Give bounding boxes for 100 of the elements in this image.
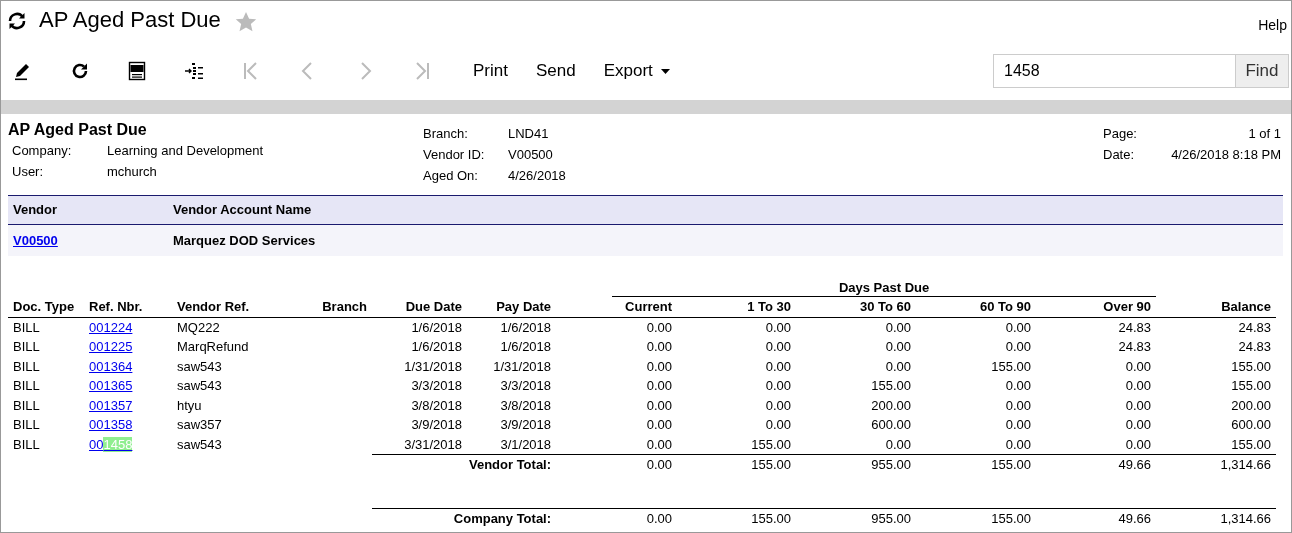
field-label: Date: xyxy=(1103,145,1136,164)
column-header: Current xyxy=(556,297,678,317)
table-cell-text: BILL xyxy=(12,435,41,454)
table-cell: 1/6/2018 xyxy=(467,317,557,337)
table-cell-text: 0.00 xyxy=(1004,396,1033,415)
table-cell-text: 200.00 xyxy=(1230,396,1273,415)
report-title: AP Aged Past Due xyxy=(8,121,147,138)
table-cell-text: 3/3/2018 xyxy=(410,377,463,395)
field-label: Company: xyxy=(12,141,73,160)
table-cell-text: 0.00 xyxy=(1124,416,1153,434)
table-cell-text: 0.00 xyxy=(764,396,793,415)
column-header: 30 To 60 xyxy=(796,297,917,317)
field-label: Page: xyxy=(1103,124,1138,143)
column-header: Vendor xyxy=(12,201,59,220)
help-link[interactable]: Help xyxy=(1258,15,1287,36)
field-label: Vendor ID: xyxy=(423,145,486,164)
field-value: 4/26/2018 xyxy=(508,166,566,185)
table-cell-text: 1/31/2018 xyxy=(492,357,553,376)
ref-link[interactable]: 001357 xyxy=(89,397,133,413)
table-cell: MQ222 xyxy=(172,317,280,337)
field-label: Branch: xyxy=(423,124,469,143)
table-cell-text: 155.00 xyxy=(1230,357,1273,376)
table-cell-text: saw357 xyxy=(176,416,223,434)
table-cell-text: 155.00 xyxy=(870,377,913,395)
tree-icon xyxy=(184,61,204,81)
table-cell-text: 0.00 xyxy=(884,357,913,376)
column-header: Branch xyxy=(280,297,372,317)
column-header: Doc. Type xyxy=(8,297,84,317)
table-cell-text: htyu xyxy=(176,396,203,415)
table-cell-text: 0.00 xyxy=(1004,377,1033,395)
total-cell: 1,314.66 xyxy=(1156,454,1277,475)
table-cell-text: 3/9/2018 xyxy=(410,416,463,434)
table-cell: 0.00 xyxy=(796,434,917,455)
find-button[interactable]: Find xyxy=(1235,54,1289,88)
field-value: LND41 xyxy=(508,124,549,143)
ref-link[interactable]: 001358 xyxy=(89,417,133,432)
table-cell-text: 3/8/2018 xyxy=(499,396,553,415)
column-group-header: Days Past Due xyxy=(612,278,1157,297)
field-value: Learning and Development xyxy=(107,141,264,160)
column-header: Vendor Account Name xyxy=(173,201,312,220)
table-cell-text: 0.00 xyxy=(645,377,674,395)
ref-link[interactable]: 001364 xyxy=(89,358,133,374)
table-cell: 3/31/2018 xyxy=(372,434,467,455)
table-cell-text: 0.00 xyxy=(1004,338,1033,356)
vendor-link[interactable]: V00500 xyxy=(13,232,58,248)
table-cell-text: 0.00 xyxy=(1124,357,1153,376)
table-cell-text: 200.00 xyxy=(870,396,913,415)
table-cell-text: 0.00 xyxy=(764,377,793,395)
refresh-icon xyxy=(70,61,90,81)
table-cell: 0.00 xyxy=(556,317,678,337)
toolbar-button[interactable]: Send xyxy=(521,53,590,89)
field-value: 4/26/2018 8:18 PM xyxy=(1171,145,1281,164)
total-cell: 0.00 xyxy=(556,508,678,529)
table-cell-text: 1/6/2018 xyxy=(499,338,553,356)
ref-link[interactable]: 001224 xyxy=(89,319,133,335)
ref-link[interactable]: 001225 xyxy=(89,339,133,354)
column-header: Vendor Ref. xyxy=(172,297,280,317)
total-cell: 155.00 xyxy=(677,508,797,529)
total-label: Vendor Total: xyxy=(372,454,557,475)
column-header: Due Date xyxy=(372,297,467,317)
field-value: mchurch xyxy=(107,162,157,181)
column-header: 60 To 90 xyxy=(916,297,1037,317)
toolbar-button[interactable]: Print xyxy=(459,53,522,89)
table-cell: 3/1/2018 xyxy=(467,434,557,455)
star-icon[interactable] xyxy=(234,11,257,33)
total-cell: 155.00 xyxy=(677,454,797,475)
table-cell-text: 600.00 xyxy=(870,416,913,434)
table-cell-text: 0.00 xyxy=(1124,396,1153,415)
table-cell-text: 24.83 xyxy=(1237,338,1273,356)
table-cell: 155.00 xyxy=(677,434,797,455)
table-cell-text: BILL xyxy=(12,396,41,415)
table-cell-text: 155.00 xyxy=(990,357,1033,376)
table-cell-text: 1/31/2018 xyxy=(403,357,463,376)
refresh-icon[interactable] xyxy=(7,11,27,31)
total-cell: 49.66 xyxy=(1036,454,1157,475)
pdf-icon xyxy=(127,61,147,81)
field-value: V00500 xyxy=(508,145,553,164)
total-cell: 0.00 xyxy=(556,454,678,475)
column-header: Pay Date xyxy=(467,297,557,317)
table-cell-text: BILL xyxy=(12,377,41,395)
table-cell-text: 0.00 xyxy=(645,338,674,356)
window-title: AP Aged Past Due xyxy=(39,7,221,33)
table-cell-text: 0.00 xyxy=(884,338,913,356)
export-dropdown[interactable]: Export xyxy=(589,53,684,89)
column-header: 1 To 30 xyxy=(677,297,797,317)
field-label: User: xyxy=(12,162,45,181)
total-cell: 955.00 xyxy=(796,508,917,529)
total-cell: 155.00 xyxy=(916,454,1037,475)
search-field[interactable]: 1458 xyxy=(993,54,1235,88)
table-cell-text: 0.00 xyxy=(645,357,674,376)
table-cell-text: 24.83 xyxy=(1117,338,1153,356)
table-cell: 24.83 xyxy=(1156,317,1277,337)
total-cell: 1,314.66 xyxy=(1156,508,1277,529)
vendor-name: Marquez DOD Services xyxy=(173,231,316,250)
table-cell-text: 0.00 xyxy=(1004,416,1033,434)
ref-link[interactable]: 001365 xyxy=(89,378,133,393)
table-cell: BILL xyxy=(8,317,84,337)
table-cell-text: saw543 xyxy=(176,435,223,454)
table-cell-text: saw543 xyxy=(176,377,223,395)
table-cell: 0.00 xyxy=(556,434,678,455)
